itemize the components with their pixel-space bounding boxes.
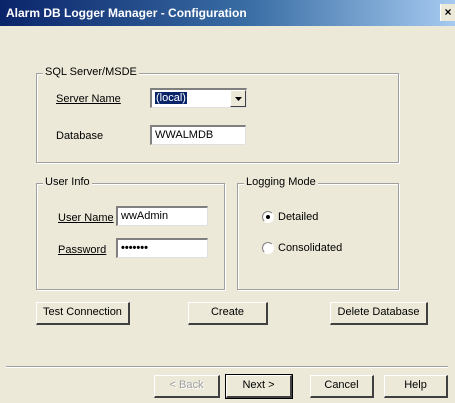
back-button[interactable]: < Back <box>154 375 220 398</box>
title-bar[interactable]: Alarm DB Logger Manager - Configuration … <box>0 0 455 26</box>
sql-server-group: SQL Server/MSDE <box>36 66 399 163</box>
password-field[interactable]: ••••••• <box>116 238 208 258</box>
server-name-dropdown-button[interactable] <box>230 90 246 107</box>
create-button[interactable]: Create <box>188 302 268 325</box>
user-name-field[interactable]: wwAdmin <box>116 206 208 226</box>
close-icon[interactable]: × <box>440 4 455 21</box>
server-name-label: Server Name <box>56 93 121 105</box>
database-label: Database <box>56 130 104 142</box>
cancel-button[interactable]: Cancel <box>310 375 374 398</box>
server-name-combo[interactable]: (local) <box>150 88 247 108</box>
radio-selected-dot <box>266 215 270 219</box>
delete-database-button[interactable]: Delete Database <box>330 302 428 325</box>
chevron-down-icon <box>235 97 242 101</box>
next-button[interactable]: Next > <box>225 374 293 399</box>
configuration-window: Alarm DB Logger Manager - Configuration … <box>0 0 455 403</box>
window-title: Alarm DB Logger Manager - Configuration <box>6 6 247 20</box>
consolidated-label[interactable]: Consolidated <box>278 242 342 254</box>
user-info-group: User Info <box>36 176 225 290</box>
test-connection-button[interactable]: Test Connection <box>36 302 130 325</box>
help-button[interactable]: Help <box>384 375 448 398</box>
detailed-label[interactable]: Detailed <box>278 211 318 223</box>
logging-mode-group: Logging Mode <box>237 176 399 290</box>
logging-mode-group-legend: Logging Mode <box>244 176 318 188</box>
bottom-separator <box>6 366 448 368</box>
detailed-radio[interactable] <box>262 211 274 223</box>
user-name-label: User Name <box>58 212 114 224</box>
user-info-group-legend: User Info <box>43 176 92 188</box>
password-label: Password <box>58 244 107 256</box>
consolidated-radio[interactable] <box>262 242 274 254</box>
server-name-value: (local) <box>155 92 187 104</box>
sql-server-group-legend: SQL Server/MSDE <box>43 66 139 78</box>
database-field[interactable]: WWALMDB <box>150 125 246 145</box>
